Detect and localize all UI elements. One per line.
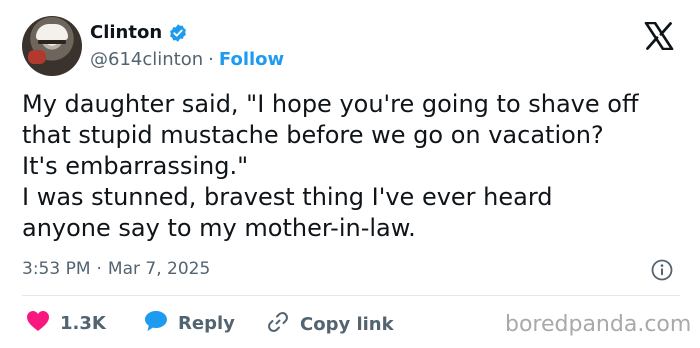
- x-logo-icon[interactable]: [644, 21, 674, 51]
- avatar-detail: [28, 50, 46, 64]
- follow-button[interactable]: Follow: [219, 49, 284, 70]
- author-handle-row: @614clinton · Follow: [90, 49, 284, 70]
- reply-bubble-icon: [144, 310, 168, 337]
- avatar[interactable]: [22, 16, 82, 76]
- author-name[interactable]: Clinton: [90, 22, 162, 43]
- like-count: 1.3K: [60, 313, 106, 334]
- link-icon: [266, 310, 290, 339]
- tweet-text: My daughter said, "I hope you're going t…: [22, 90, 639, 242]
- tweet-meta: 3:53 PM · Mar 7, 2025: [22, 259, 210, 279]
- copy-link-button[interactable]: Copy link: [266, 310, 394, 339]
- tweet-time[interactable]: 3:53 PM: [22, 259, 91, 279]
- heart-icon: [26, 310, 50, 337]
- reply-label: Reply: [178, 313, 235, 334]
- reply-button[interactable]: Reply: [144, 310, 235, 337]
- like-button[interactable]: 1.3K: [26, 310, 106, 337]
- meta-separator: ·: [96, 259, 102, 279]
- divider: [22, 295, 680, 296]
- separator: ·: [208, 49, 214, 70]
- verified-badge-icon: [168, 23, 188, 43]
- author-name-row: Clinton: [90, 22, 188, 43]
- author-handle[interactable]: @614clinton: [90, 49, 203, 70]
- info-icon[interactable]: [651, 259, 673, 281]
- tweet-date[interactable]: Mar 7, 2025: [108, 259, 210, 279]
- avatar-hat: [36, 24, 68, 40]
- watermark: boredpanda.com: [505, 312, 692, 337]
- copy-link-label: Copy link: [300, 314, 394, 335]
